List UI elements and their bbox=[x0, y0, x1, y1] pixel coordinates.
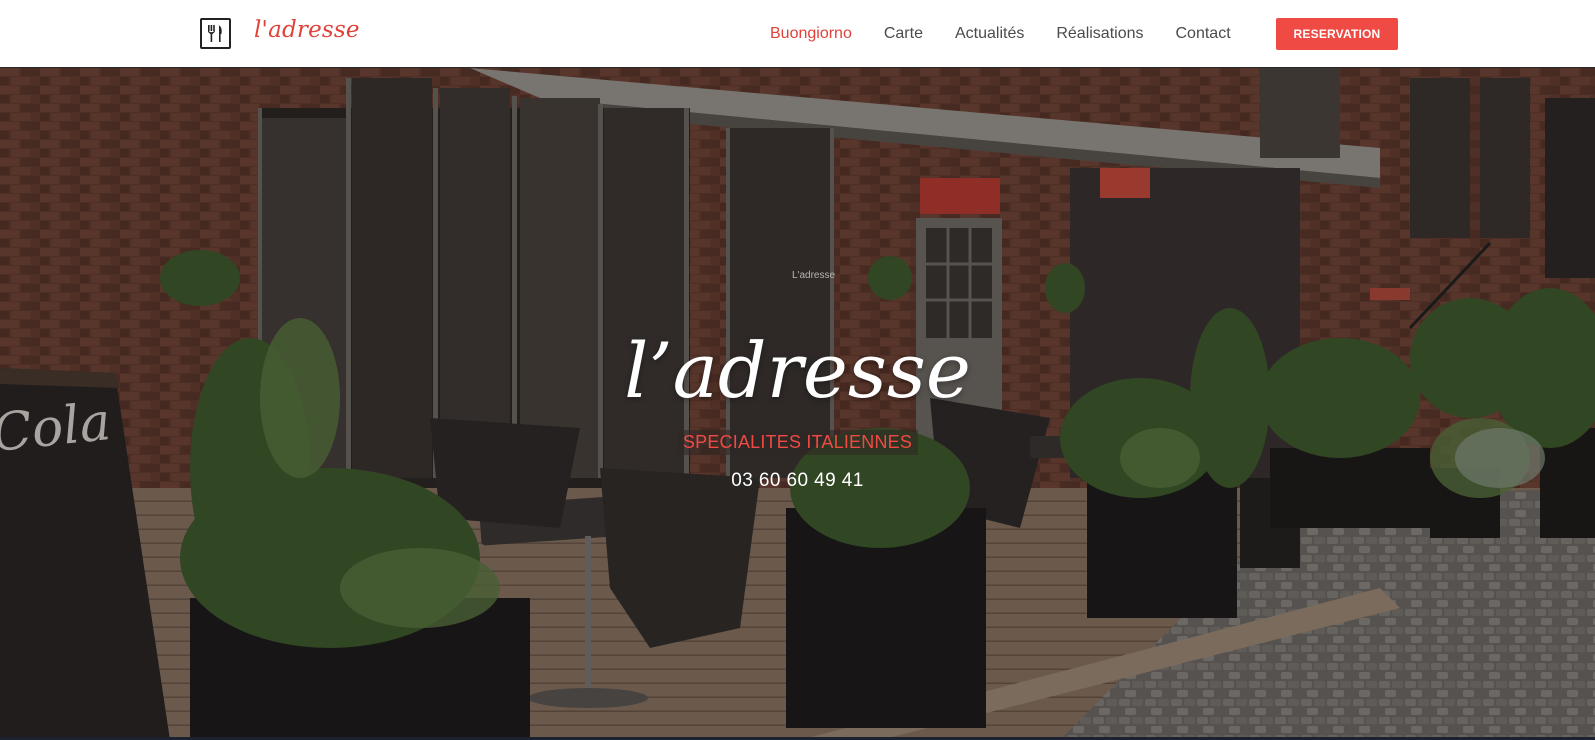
reservation-button[interactable]: RESERVATION bbox=[1276, 18, 1398, 50]
nav-item-contact[interactable]: Contact bbox=[1176, 25, 1231, 43]
nav-item-buongiorno[interactable]: Buongiorno bbox=[770, 25, 852, 43]
hero-phone-number[interactable]: 03 60 60 49 41 bbox=[0, 470, 1595, 492]
hero-subtitle: SPECIALITES ITALIENNES bbox=[676, 430, 919, 455]
hero-section: Cola L'adresse l’adresse SPECIALITES ITA… bbox=[0, 68, 1595, 740]
fork-knife-icon[interactable] bbox=[200, 18, 231, 49]
brand-logo-text[interactable]: l'adresse bbox=[254, 17, 360, 43]
site-header: l'adresse Buongiorno Carte Actualités Ré… bbox=[0, 0, 1595, 68]
nav-item-carte[interactable]: Carte bbox=[884, 25, 923, 43]
main-nav: Buongiorno Carte Actualités Réalisations… bbox=[770, 0, 1263, 68]
hero-title: l’adresse bbox=[624, 326, 971, 415]
hero-subtitle-wrap: SPECIALITES ITALIENNES bbox=[0, 430, 1595, 455]
nav-item-realisations[interactable]: Réalisations bbox=[1056, 25, 1143, 43]
nav-item-actualites[interactable]: Actualités bbox=[955, 25, 1024, 43]
